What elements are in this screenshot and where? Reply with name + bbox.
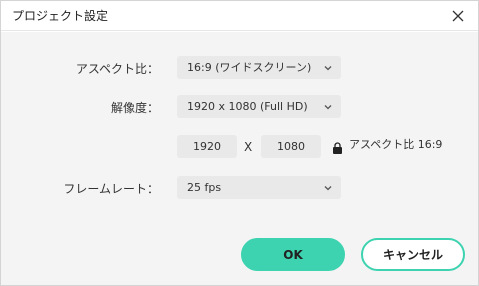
aspect-ratio-label: アスペクト比： [75,62,159,76]
lock-icon[interactable] [332,142,343,154]
framerate-select[interactable]: 25 fps [177,176,341,199]
chevron-down-icon [324,66,332,71]
width-input[interactable]: 1920 [177,135,237,158]
aspect-ratio-value: 16:9 (ワイドスクリーン) [187,61,312,74]
chevron-down-icon [324,186,332,191]
aspect-ratio-note: アスペクト比 16:9 [349,138,443,151]
resolution-select[interactable]: 1920 x 1080 (Full HD) [177,95,341,118]
framerate-value: 25 fps [187,181,222,194]
close-button[interactable] [448,6,468,26]
aspect-ratio-select[interactable]: 16:9 (ワイドスクリーン) [177,56,341,79]
resolution-value: 1920 x 1080 (Full HD) [187,100,308,113]
cancel-button[interactable]: キャンセル [361,238,465,271]
title-bar: プロジェクト設定 [1,1,478,31]
dialog-title: プロジェクト設定 [12,9,109,23]
chevron-down-icon [324,105,332,110]
height-input[interactable]: 1080 [261,135,321,158]
close-icon [452,10,464,22]
project-settings-dialog: プロジェクト設定 アスペクト比： 16:9 (ワイドスクリーン) 解像度： 19… [0,0,479,286]
framerate-label: フレームレート： [63,182,159,196]
dimension-separator: X [244,140,253,154]
resolution-label: 解像度： [110,101,159,115]
ok-button[interactable]: OK [241,238,345,271]
